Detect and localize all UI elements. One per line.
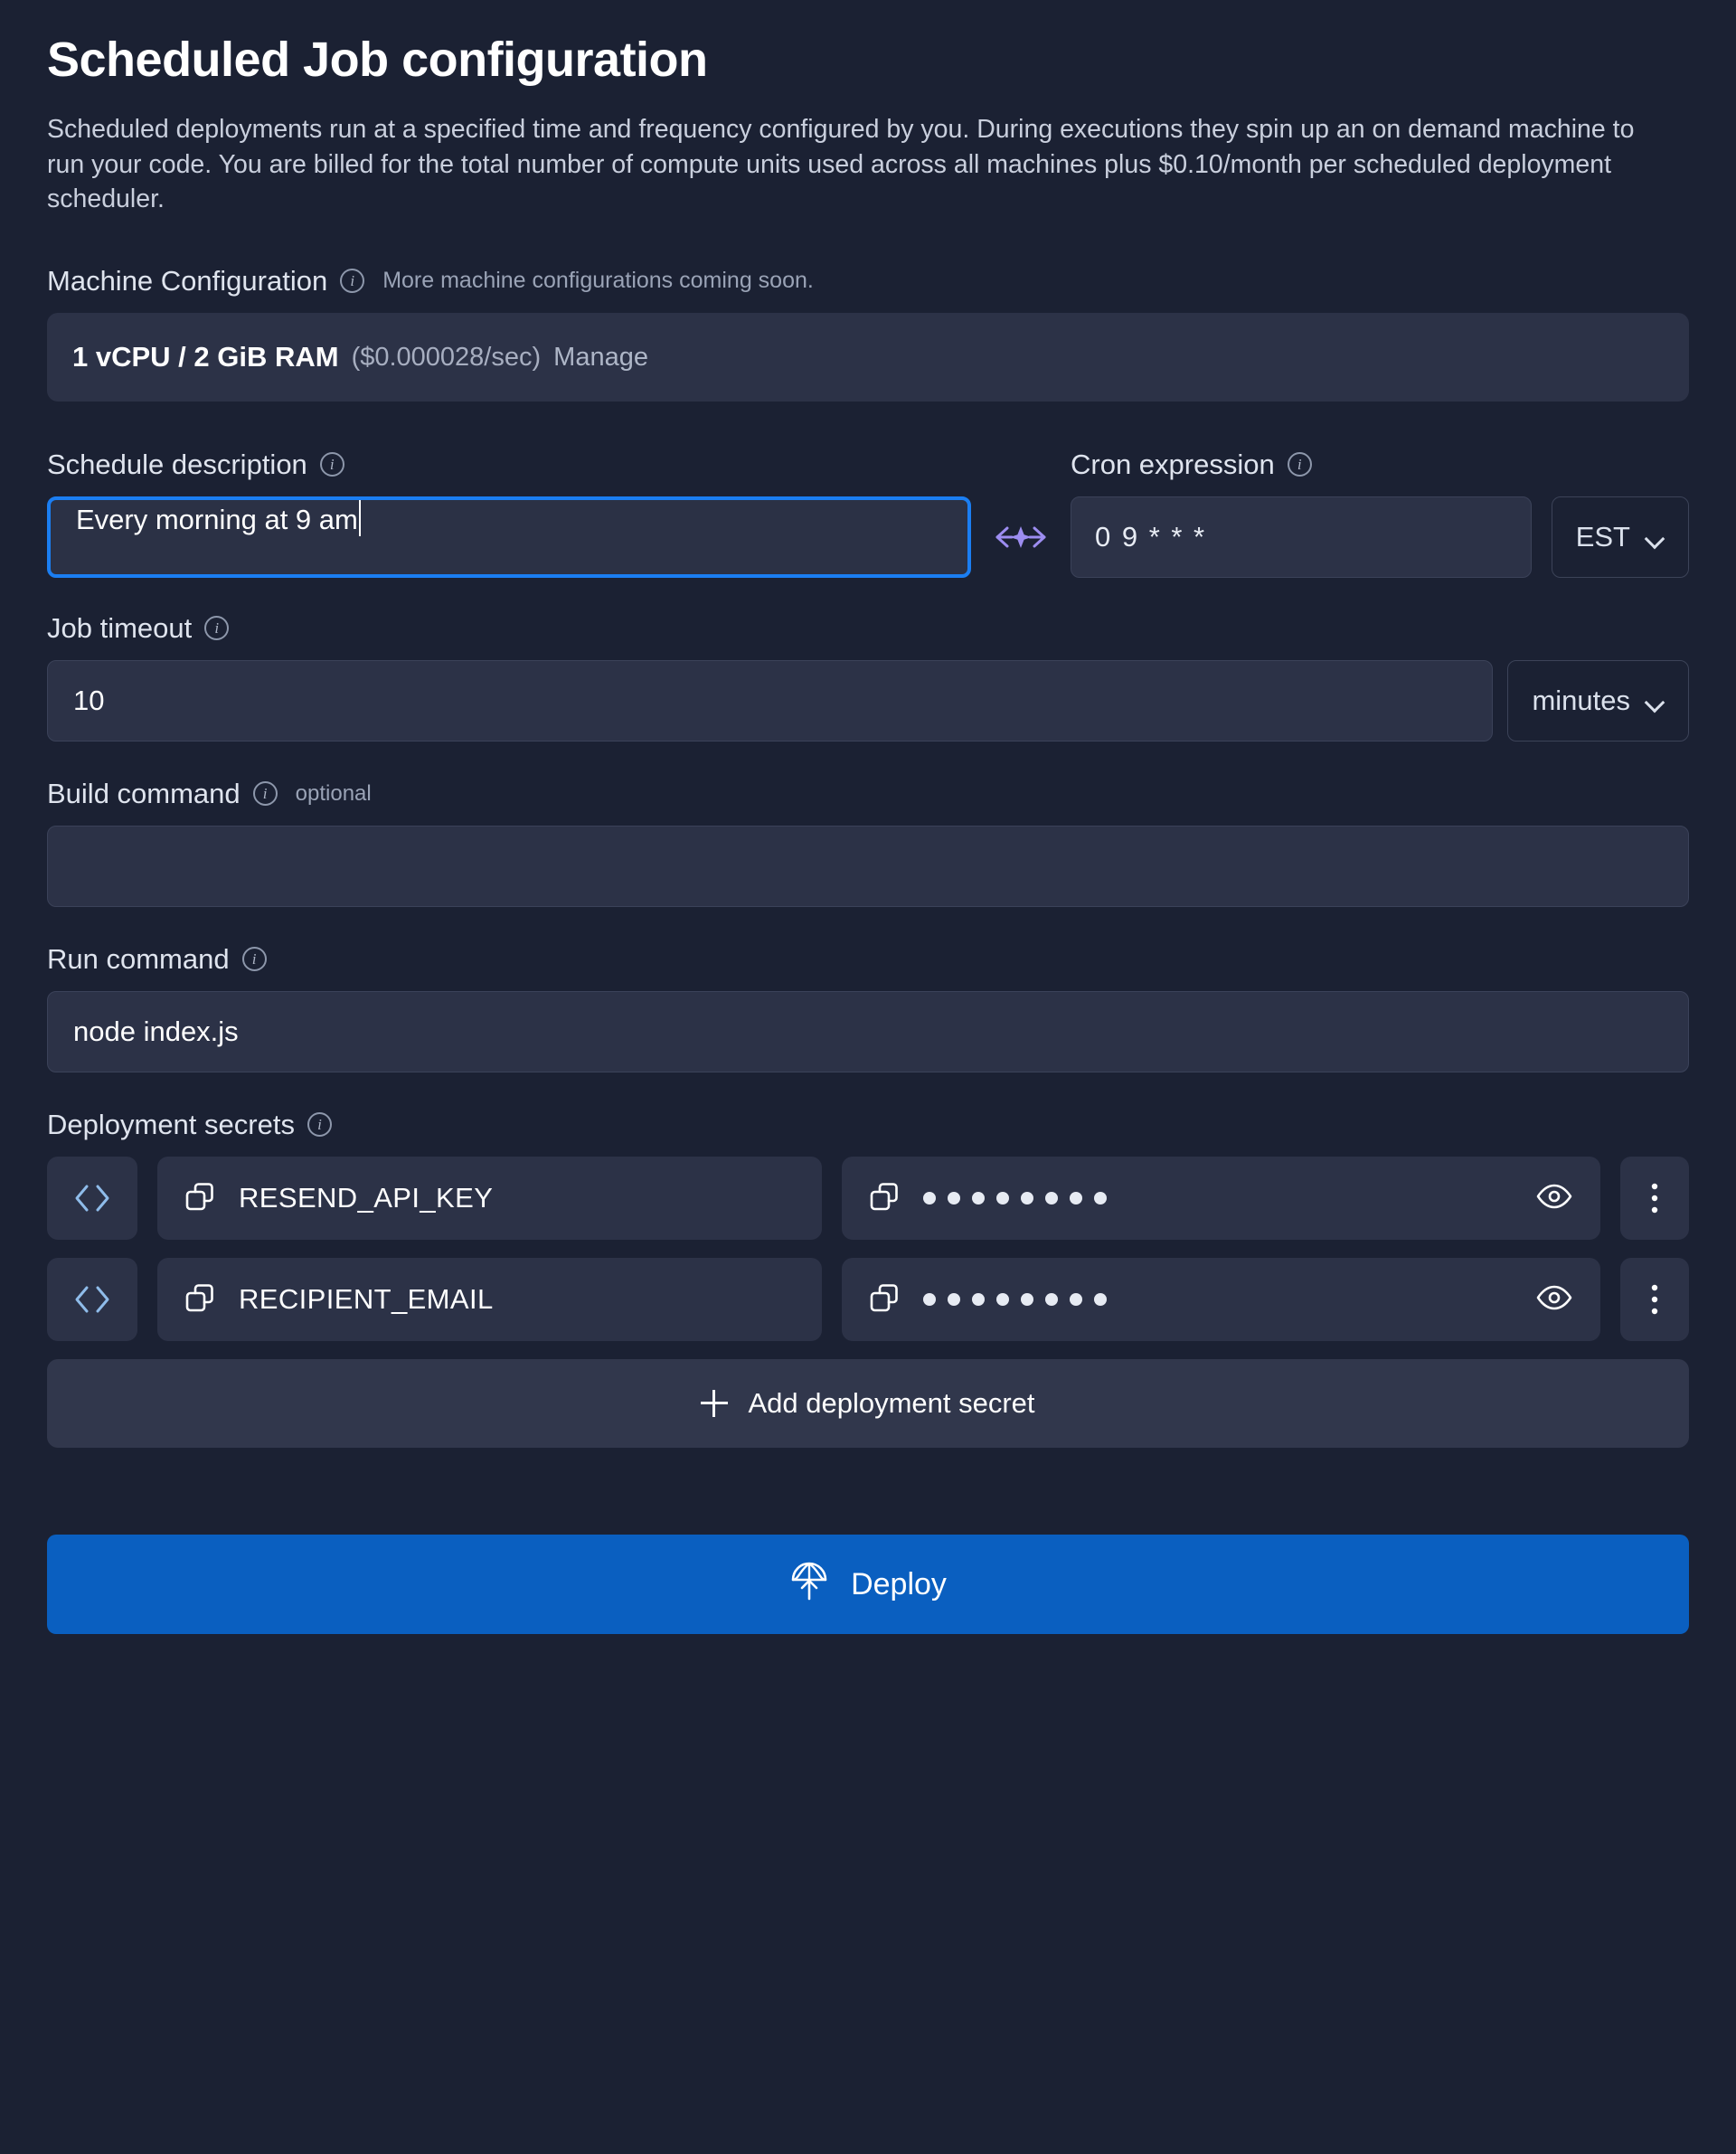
build-command-label-row: Build command i optional — [47, 779, 1689, 808]
schedule-description-group: Schedule description i Every morning at … — [47, 450, 971, 579]
add-deployment-secret-button[interactable]: Add deployment secret — [47, 1359, 1689, 1449]
secret-name-value: RESEND_API_KEY — [239, 1182, 494, 1214]
table-row: RECIPIENT_EMAIL — [47, 1258, 1689, 1342]
scheduled-job-config-page: Scheduled Job configuration Scheduled de… — [0, 0, 1736, 2154]
table-row: RESEND_API_KEY — [47, 1157, 1689, 1241]
deployment-secrets-label: Deployment secrets — [47, 1109, 295, 1141]
run-command-section: Run command i — [47, 945, 1689, 1073]
timezone-select[interactable]: EST — [1551, 496, 1689, 579]
schedule-description-label: Schedule description — [47, 449, 307, 481]
build-command-input[interactable] — [47, 826, 1689, 908]
machine-manage-link[interactable]: Manage — [553, 343, 648, 373]
info-icon[interactable]: i — [252, 781, 278, 807]
info-icon[interactable]: i — [204, 616, 230, 641]
text-caret — [358, 500, 361, 537]
chevron-down-icon — [1646, 532, 1665, 543]
chevron-down-icon — [1646, 695, 1665, 706]
deploy-button[interactable]: Deploy — [47, 1535, 1689, 1635]
deployment-secrets-section: Deployment secrets i RESEND_API_KEY RECI… — [47, 1110, 1689, 1449]
run-command-label-row: Run command i — [47, 945, 1689, 973]
machine-configuration-label: Machine Configuration — [47, 265, 328, 298]
secret-value-field[interactable] — [842, 1258, 1600, 1342]
build-command-label: Build command — [47, 778, 241, 810]
add-deployment-secret-label: Add deployment secret — [748, 1387, 1035, 1420]
machine-configuration-card[interactable]: 1 vCPU / 2 GiB RAM ($0.000028/sec) Manag… — [47, 313, 1689, 402]
plus-icon — [701, 1390, 729, 1418]
secret-name-field[interactable]: RESEND_API_KEY — [157, 1157, 822, 1241]
info-icon[interactable]: i — [241, 947, 267, 972]
deployment-secrets-label-row: Deployment secrets i — [47, 1110, 1689, 1138]
secret-more-options-button[interactable] — [1620, 1258, 1689, 1342]
cron-input-group: EST — [1071, 496, 1689, 579]
arrows-sparkle-icon[interactable] — [971, 496, 1071, 578]
schedule-description-input[interactable]: Every morning at 9 am — [47, 496, 971, 579]
timezone-value: EST — [1575, 521, 1630, 553]
job-timeout-unit-select[interactable]: minutes — [1507, 660, 1689, 742]
schedule-description-value: Every morning at 9 am — [76, 504, 358, 536]
page-description: Scheduled deployments run at a specified… — [47, 115, 1635, 213]
info-icon[interactable]: i — [340, 269, 365, 294]
schedule-description-label-row: Schedule description i — [47, 450, 971, 478]
machine-configuration-hint: More machine configurations coming soon. — [382, 268, 814, 294]
job-timeout-unit-value: minutes — [1532, 685, 1630, 717]
schedule-row: Schedule description i Every morning at … — [47, 450, 1689, 579]
secret-name-field[interactable]: RECIPIENT_EMAIL — [157, 1258, 822, 1342]
info-icon[interactable]: i — [319, 452, 344, 477]
job-timeout-label-row: Job timeout i — [47, 614, 1689, 642]
copy-icon[interactable] — [184, 1181, 215, 1216]
copy-icon[interactable] — [184, 1282, 215, 1318]
eye-icon[interactable] — [1535, 1183, 1573, 1214]
deploy-button-label: Deploy — [851, 1566, 947, 1601]
job-timeout-label: Job timeout — [47, 612, 193, 645]
job-timeout-section: Job timeout i minutes — [47, 614, 1689, 742]
masked-secret-value — [923, 1192, 1512, 1205]
job-timeout-input[interactable] — [47, 660, 1494, 742]
machine-price: ($0.000028/sec) — [351, 342, 542, 372]
job-timeout-row: minutes — [47, 660, 1689, 742]
cron-expression-label-row: Cron expression i — [1071, 450, 1689, 478]
cron-expression-input[interactable] — [1071, 496, 1532, 579]
code-brackets-icon-button[interactable] — [47, 1258, 137, 1342]
run-command-input[interactable] — [47, 991, 1689, 1073]
copy-icon[interactable] — [869, 1181, 900, 1216]
run-command-label: Run command — [47, 943, 230, 976]
secret-more-options-button[interactable] — [1620, 1157, 1689, 1241]
machine-configuration-label-row: Machine Configuration i More machine con… — [47, 267, 1689, 295]
page-title: Scheduled Job configuration — [47, 33, 708, 87]
masked-secret-value — [923, 1293, 1512, 1307]
secret-name-value: RECIPIENT_EMAIL — [239, 1283, 494, 1316]
build-command-optional-label: optional — [295, 780, 372, 806]
cron-expression-group: Cron expression i EST — [1071, 450, 1689, 579]
cron-expression-label: Cron expression — [1071, 449, 1275, 481]
info-icon[interactable]: i — [1287, 452, 1312, 477]
parachute-icon — [789, 1561, 829, 1609]
code-brackets-icon-button[interactable] — [47, 1157, 137, 1241]
build-command-section: Build command i optional — [47, 779, 1689, 908]
machine-name: 1 vCPU / 2 GiB RAM — [72, 341, 339, 373]
info-icon[interactable]: i — [307, 1112, 332, 1138]
eye-icon[interactable] — [1535, 1284, 1573, 1316]
copy-icon[interactable] — [869, 1282, 900, 1318]
secret-value-field[interactable] — [842, 1157, 1600, 1241]
